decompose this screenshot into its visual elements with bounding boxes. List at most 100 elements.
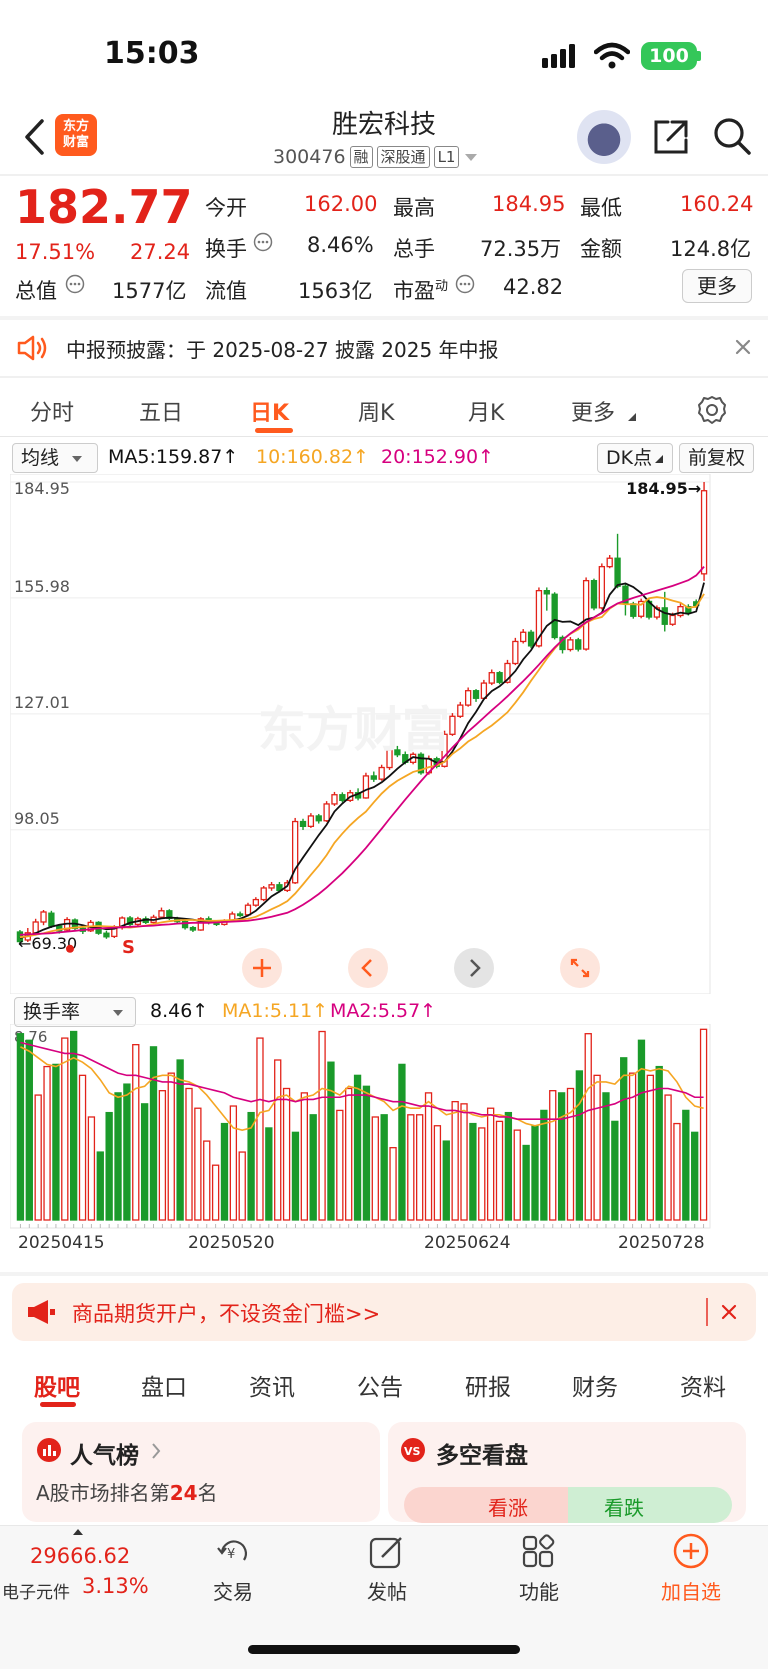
turnover-bar	[486, 1107, 495, 1221]
current-price: 182.77	[15, 180, 193, 234]
indicator-select-label: 换手率	[23, 1001, 81, 1023]
tab-kline-3[interactable]: 周K	[358, 395, 394, 427]
sector-name[interactable]: 电子元件	[2, 1578, 70, 1603]
add-watchlist-icon[interactable]	[672, 1532, 710, 1570]
turnover-bar	[442, 1140, 450, 1221]
assistant-avatar-icon[interactable]	[577, 110, 631, 164]
info-dots-icon[interactable]	[455, 274, 475, 294]
tag-margin: 融	[349, 146, 373, 168]
bear-button[interactable]	[568, 1487, 732, 1523]
turnover-bar	[70, 1030, 78, 1221]
turnover-bar	[620, 1057, 628, 1221]
wifi-icon	[594, 42, 630, 69]
stock-code-row[interactable]: 300476 融 深股通 L1	[273, 146, 479, 168]
ma10-line	[19, 593, 705, 939]
banner-separator	[706, 1298, 708, 1326]
tab-kline-4[interactable]: 月K	[468, 395, 504, 427]
candle-body	[252, 898, 260, 906]
high-value: 184.95	[492, 192, 566, 216]
notice-text[interactable]: 中报预披露：于 2025-08-27 披露 2025 年中报	[66, 334, 499, 363]
index-value[interactable]: 29666.62	[30, 1544, 130, 1568]
content-tab-2[interactable]: 资讯	[249, 1368, 295, 1402]
content-tab-5[interactable]: 财务	[572, 1368, 618, 1402]
candle-body	[299, 820, 307, 827]
turnover-bar	[513, 1129, 521, 1221]
zoom-in-button[interactable]	[242, 948, 282, 988]
indicator-select[interactable]: 换手率	[14, 997, 136, 1027]
close-icon[interactable]	[734, 338, 752, 356]
turnover-bar	[309, 1114, 317, 1221]
turnover-label[interactable]: 换手	[205, 233, 247, 263]
turnover-bar	[274, 1059, 282, 1221]
battery-tip	[697, 51, 701, 61]
turnover-ma2-line	[20, 1041, 704, 1120]
turnover-bar	[114, 1092, 122, 1221]
candle-body	[378, 766, 385, 780]
bear-label: 看跌	[604, 1496, 644, 1520]
turnover-bar	[460, 1103, 468, 1221]
sector-change[interactable]: 3.13%	[82, 1574, 149, 1598]
share-icon[interactable]	[652, 118, 690, 156]
fullscreen-button[interactable]	[560, 948, 600, 988]
more-quote-button[interactable]: 更多	[682, 269, 752, 303]
trade-icon[interactable]: ¥	[214, 1534, 254, 1570]
candle-body	[606, 557, 613, 568]
popularity-rank: A股市场排名第24名	[36, 1477, 218, 1506]
info-dots-icon[interactable]	[253, 232, 273, 252]
nav-functions[interactable]: 功能	[506, 1576, 572, 1605]
turnover-bar	[566, 1087, 575, 1221]
tab-kline-1[interactable]: 五日	[139, 395, 183, 427]
edit-post-icon[interactable]	[368, 1534, 406, 1570]
candle-body	[244, 904, 252, 916]
candle-body	[520, 631, 527, 643]
nav-trade[interactable]: 交易	[200, 1576, 266, 1605]
ma5-label: MA5:159.87↑	[108, 446, 239, 468]
market-cap-label[interactable]: 总值	[15, 275, 57, 305]
pe-label[interactable]: 市盈动	[393, 275, 448, 305]
notice-divider	[0, 376, 768, 378]
tab-kline-0[interactable]: 分时	[30, 395, 74, 427]
tab-kline-2[interactable]: 日K	[250, 395, 289, 427]
turnover-bar	[691, 1131, 699, 1221]
turnover-chart[interactable]: 8.7620250415 20250520 20250624 20250728	[10, 1024, 758, 1272]
search-icon[interactable]	[712, 116, 752, 156]
candle-body	[630, 603, 637, 617]
turnover-bar	[211, 1164, 220, 1221]
scroll-left-button[interactable]	[348, 948, 388, 988]
adjust-button[interactable]: 前复权	[679, 443, 755, 473]
close-icon[interactable]	[720, 1303, 738, 1321]
ma-select[interactable]: 均线	[12, 443, 98, 473]
tab-kline-5[interactable]: 更多	[571, 395, 615, 427]
turnover-bar	[167, 1072, 175, 1221]
turnover-bar	[664, 1094, 672, 1221]
dk-point-button[interactable]: DK点	[597, 443, 674, 473]
content-tab-1[interactable]: 盘口	[141, 1368, 187, 1402]
gear-icon[interactable]	[697, 395, 727, 425]
tabs-divider	[0, 436, 768, 437]
turnover-bar	[149, 1046, 158, 1221]
turnover-x-label: 20250728	[618, 1233, 705, 1253]
content-tab-0[interactable]: 股吧	[34, 1368, 80, 1402]
turnover-bar	[123, 1083, 131, 1221]
speaker-icon	[17, 335, 47, 361]
ad-banner-text[interactable]: 商品期货开户，不设资金门槛>>	[72, 1298, 380, 1328]
turnover-bar	[531, 1125, 539, 1221]
rank-number: 24	[169, 1481, 198, 1505]
cellular-signal-icon	[542, 44, 575, 68]
scroll-right-button[interactable]	[454, 948, 494, 988]
apps-grid-icon[interactable]	[520, 1534, 558, 1570]
bull-button[interactable]	[404, 1487, 568, 1523]
nav-add-watchlist[interactable]: 加自选	[652, 1576, 730, 1605]
info-dots-icon[interactable]	[65, 274, 85, 294]
tag-connect: 深股通	[376, 146, 430, 168]
content-tab-6[interactable]: 资料	[680, 1368, 726, 1402]
turnover-bar	[495, 1120, 504, 1221]
candle-body	[677, 606, 684, 617]
turnover-bar	[327, 1061, 335, 1221]
kline-sell-marker: S	[122, 937, 135, 958]
content-tab-3[interactable]: 公告	[357, 1368, 403, 1402]
turnover-bar	[637, 1039, 646, 1221]
nav-post[interactable]: 发帖	[354, 1576, 420, 1605]
content-tab-4[interactable]: 研报	[465, 1368, 511, 1402]
volume-value: 72.35万	[480, 237, 562, 261]
